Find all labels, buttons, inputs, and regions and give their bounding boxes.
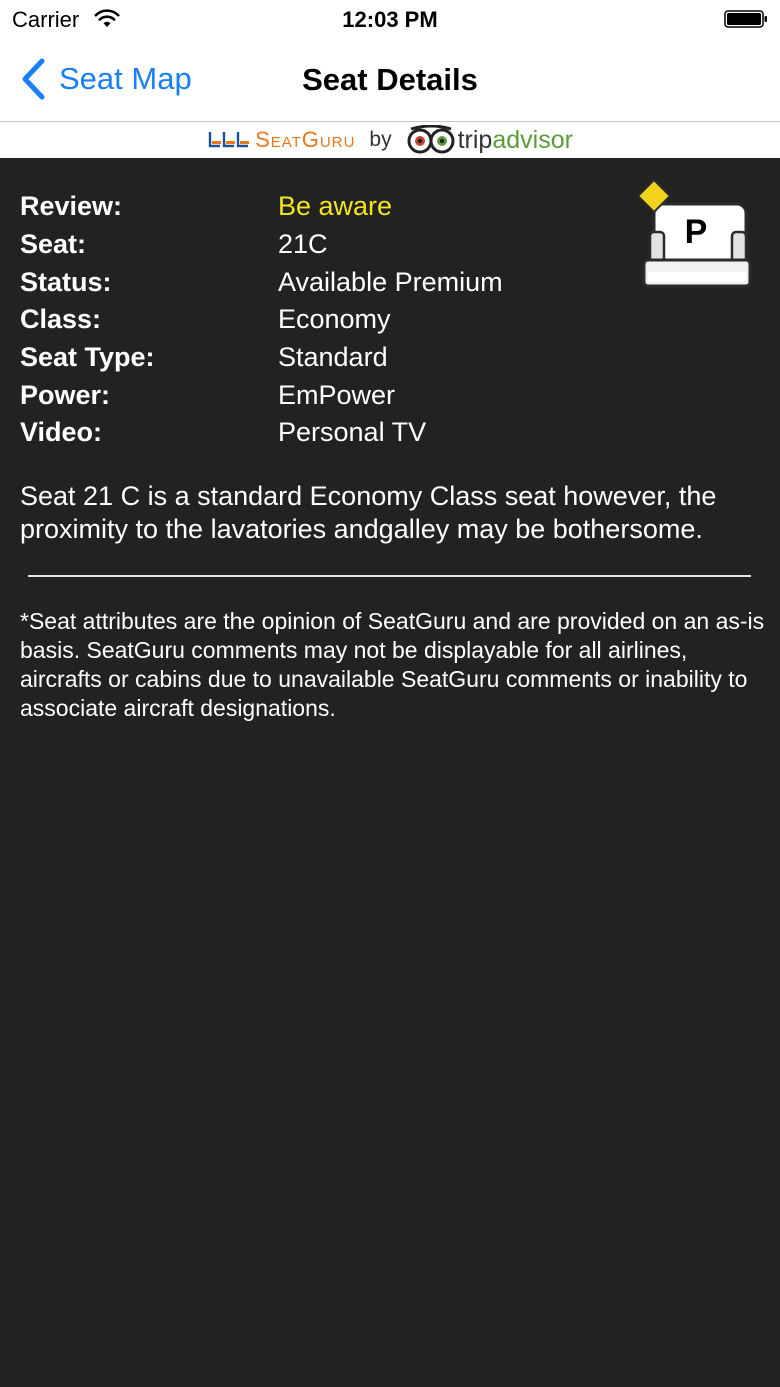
detail-row-status: Status: Available Premium (20, 263, 620, 301)
detail-row-seat-type: Seat Type: Standard (20, 339, 620, 377)
tripadvisor-trip: trip (457, 125, 493, 154)
review-value: Be aware (278, 191, 393, 222)
detail-row-power: Power: EmPower (20, 376, 620, 414)
detail-label: Video: (20, 417, 103, 448)
detail-label: Class: (20, 304, 102, 335)
detail-label: Seat: (20, 229, 87, 260)
banner-by-text: by (369, 128, 392, 151)
premium-seat-icon: P (636, 180, 752, 288)
tripadvisor-owl-icon (407, 125, 455, 154)
seatguru-seats-icon (208, 132, 250, 148)
seatguru-banner: SeatGuru by tripadvisor (0, 122, 780, 158)
seat-badge-letter: P (685, 213, 708, 251)
seat-type-value: Standard (278, 342, 388, 373)
divider (28, 575, 751, 577)
page-title: Seat Details (302, 62, 478, 97)
detail-row-seat: Seat: 21C (20, 226, 620, 264)
detail-label: Review: (20, 191, 123, 222)
seat-attributes-list: Review: Be aware Seat: 21C Status: Avail… (20, 188, 620, 452)
navigation-bar: Seat Map Seat Details (0, 40, 780, 122)
status-bar: Carrier 12:03 PM (0, 0, 780, 40)
clock: 12:03 PM (342, 7, 438, 32)
disclaimer-text: *Seat attributes are the opinion of Seat… (20, 608, 765, 721)
detail-label: Seat Type: (20, 342, 155, 373)
detail-row-video: Video: Personal TV (20, 414, 620, 452)
power-value: EmPower (278, 379, 396, 410)
detail-label: Power: (20, 379, 111, 410)
seat-value: 21C (278, 229, 328, 260)
battery-icon (724, 10, 767, 28)
class-value: Economy (278, 304, 391, 335)
video-value: Personal TV (278, 417, 427, 448)
detail-row-class: Class: Economy (20, 301, 620, 339)
detail-label: Status: (20, 266, 112, 297)
seat-description: Seat 21 C is a standard Economy Class se… (20, 481, 717, 544)
seatguru-logo-text: SeatGuru (255, 127, 356, 152)
tripadvisor-logo-text: tripadvisor (458, 126, 573, 155)
status-value: Available Premium (278, 266, 503, 297)
tripadvisor-advisor: advisor (492, 125, 573, 154)
detail-row-review: Review: Be aware (20, 188, 620, 226)
